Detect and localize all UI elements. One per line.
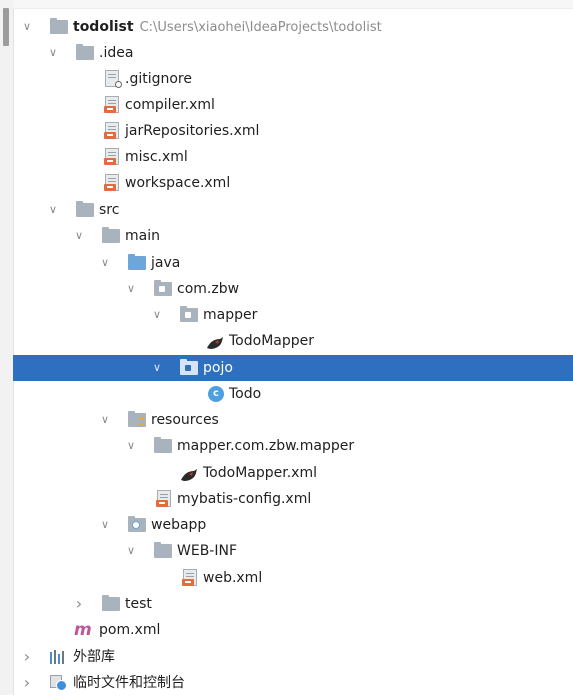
tree-item-label: .idea [99,45,134,61]
folder-icon [76,201,94,217]
tool-window-stripe [0,0,14,695]
tree-item-label: main [125,228,160,244]
tree-row-java[interactable]: ∨ java [13,250,573,276]
tree-row-web-inf[interactable]: ∨ WEB-INF [13,538,573,564]
tree-row-todo-mapper-xml[interactable]: TodoMapper.xml [13,460,573,486]
expand-arrow-icon[interactable]: ∨ [20,14,34,40]
tree-item-label: jarRepositories.xml [125,123,260,139]
tree-item-label: misc.xml [125,149,188,165]
tree-item-label: java [151,255,181,271]
xml-file-icon [156,490,171,507]
tree-item-label: todolist C:\Users\xiaohei\IdeaProjects\to… [73,14,382,41]
tree-item-label: test [125,596,152,612]
tree-item-label: resources [151,412,219,428]
expand-arrow-icon[interactable]: ∨ [150,355,164,381]
tree-item-label: webapp [151,517,207,533]
xml-file-icon [104,174,119,191]
tree-row-todo-mapper[interactable]: TodoMapper [13,328,573,354]
tree-row-mapper-resource-dir[interactable]: ∨ mapper.com.zbw.mapper [13,433,573,459]
source-root-icon [128,254,146,270]
tree-item-label: pom.xml [99,622,161,638]
tree-row-com-zbw[interactable]: ∨ com.zbw [13,276,573,302]
maven-icon: m [74,620,92,640]
expand-arrow-icon[interactable]: ∨ [150,302,164,328]
package-icon [154,280,172,296]
tree-item-label: mapper.com.zbw.mapper [177,438,355,454]
tree-item-label: web.xml [203,570,263,586]
module-folder-icon [50,18,68,34]
project-name: todolist [73,19,134,35]
tree-row-mybatis-config-xml[interactable]: mybatis-config.xml [13,486,573,512]
tree-item-label: 外部库 [73,649,115,665]
folder-icon [154,437,172,453]
folder-icon [102,227,120,243]
tree-row-todolist[interactable]: ∨ todolist C:\Users\xiaohei\IdeaProjects\… [13,14,573,40]
tree-item-label: mapper [203,307,258,323]
expand-arrow-icon[interactable]: ∨ [124,433,138,459]
expand-arrow-icon[interactable]: ∨ [124,276,138,302]
tree-item-label: pojo [203,360,233,376]
xml-file-icon [182,569,197,586]
xml-file-icon [104,148,119,165]
tree-row-idea[interactable]: ∨ .idea [13,40,573,66]
collapse-arrow-icon[interactable]: › [20,644,34,670]
tree-row-external-libraries[interactable]: › 外部库 [13,644,573,670]
tree-row-todo[interactable]: c Todo [13,381,573,407]
resources-root-icon [128,411,146,427]
package-icon [180,306,198,322]
tree-row-workspace-xml[interactable]: workspace.xml [13,170,573,196]
tree-row-misc-xml[interactable]: misc.xml [13,144,573,170]
tree-row-pom-xml[interactable]: m pom.xml [13,617,573,643]
web-folder-icon [128,516,146,532]
tree-row-main[interactable]: ∨ main [13,223,573,249]
expand-arrow-icon[interactable]: ∨ [124,538,138,564]
tree-item-label: Todo [229,386,262,402]
tree-item-label: src [99,202,120,218]
libraries-icon [50,650,68,664]
tree-row-resources[interactable]: ∨ resources [13,407,573,433]
expand-arrow-icon[interactable]: ∨ [98,512,112,538]
tree-row-webapp[interactable]: ∨ webapp [13,512,573,538]
tree-row-test[interactable]: › test [13,591,573,617]
xml-file-icon [104,96,119,113]
folder-icon [154,542,172,558]
stripe-tab[interactable] [3,8,9,46]
tree-row-src[interactable]: ∨ src [13,197,573,223]
tree-item-label: WEB-INF [177,543,237,559]
tree-item-label: 临时文件和控制台 [73,675,185,691]
scratches-icon [50,675,68,691]
tree-row-compiler-xml[interactable]: compiler.xml [13,92,573,118]
tree-item-label: workspace.xml [125,175,231,191]
project-path: C:\Users\xiaohei\IdeaProjects\todolist [139,20,382,35]
tree-item-label: com.zbw [177,281,240,297]
expand-arrow-icon[interactable]: ∨ [98,250,112,276]
mybatis-bird-icon [206,334,224,349]
folder-icon [102,595,120,611]
tree-row-pojo[interactable]: ∨ pojo [13,355,573,381]
expand-arrow-icon[interactable]: ∨ [98,407,112,433]
tree-row-scratches[interactable]: › 临时文件和控制台 [13,670,573,696]
collapse-arrow-icon[interactable]: › [72,591,86,617]
tree-row-jar-repositories-xml[interactable]: jarRepositories.xml [13,118,573,144]
tree-row-mapper[interactable]: ∨ mapper [13,302,573,328]
expand-arrow-icon[interactable]: ∨ [46,197,60,223]
tree-item-label: mybatis-config.xml [177,491,312,507]
tree-item-label: TodoMapper [229,333,314,349]
mybatis-bird-icon [180,466,198,481]
expand-arrow-icon[interactable]: ∨ [72,223,86,249]
tree-row-gitignore[interactable]: .gitignore [13,66,573,92]
tree-item-label: TodoMapper.xml [203,465,317,481]
xml-file-icon [104,122,119,139]
ignore-file-icon [105,70,122,88]
package-icon [180,359,198,375]
java-class-icon: c [208,386,224,402]
tree-item-label: compiler.xml [125,97,215,113]
tree-row-web-xml[interactable]: web.xml [13,565,573,591]
tree-item-label: .gitignore [125,71,192,87]
collapse-arrow-icon[interactable]: › [20,670,34,696]
tool-window-header [13,0,573,9]
expand-arrow-icon[interactable]: ∨ [46,40,60,66]
folder-icon [76,44,94,60]
